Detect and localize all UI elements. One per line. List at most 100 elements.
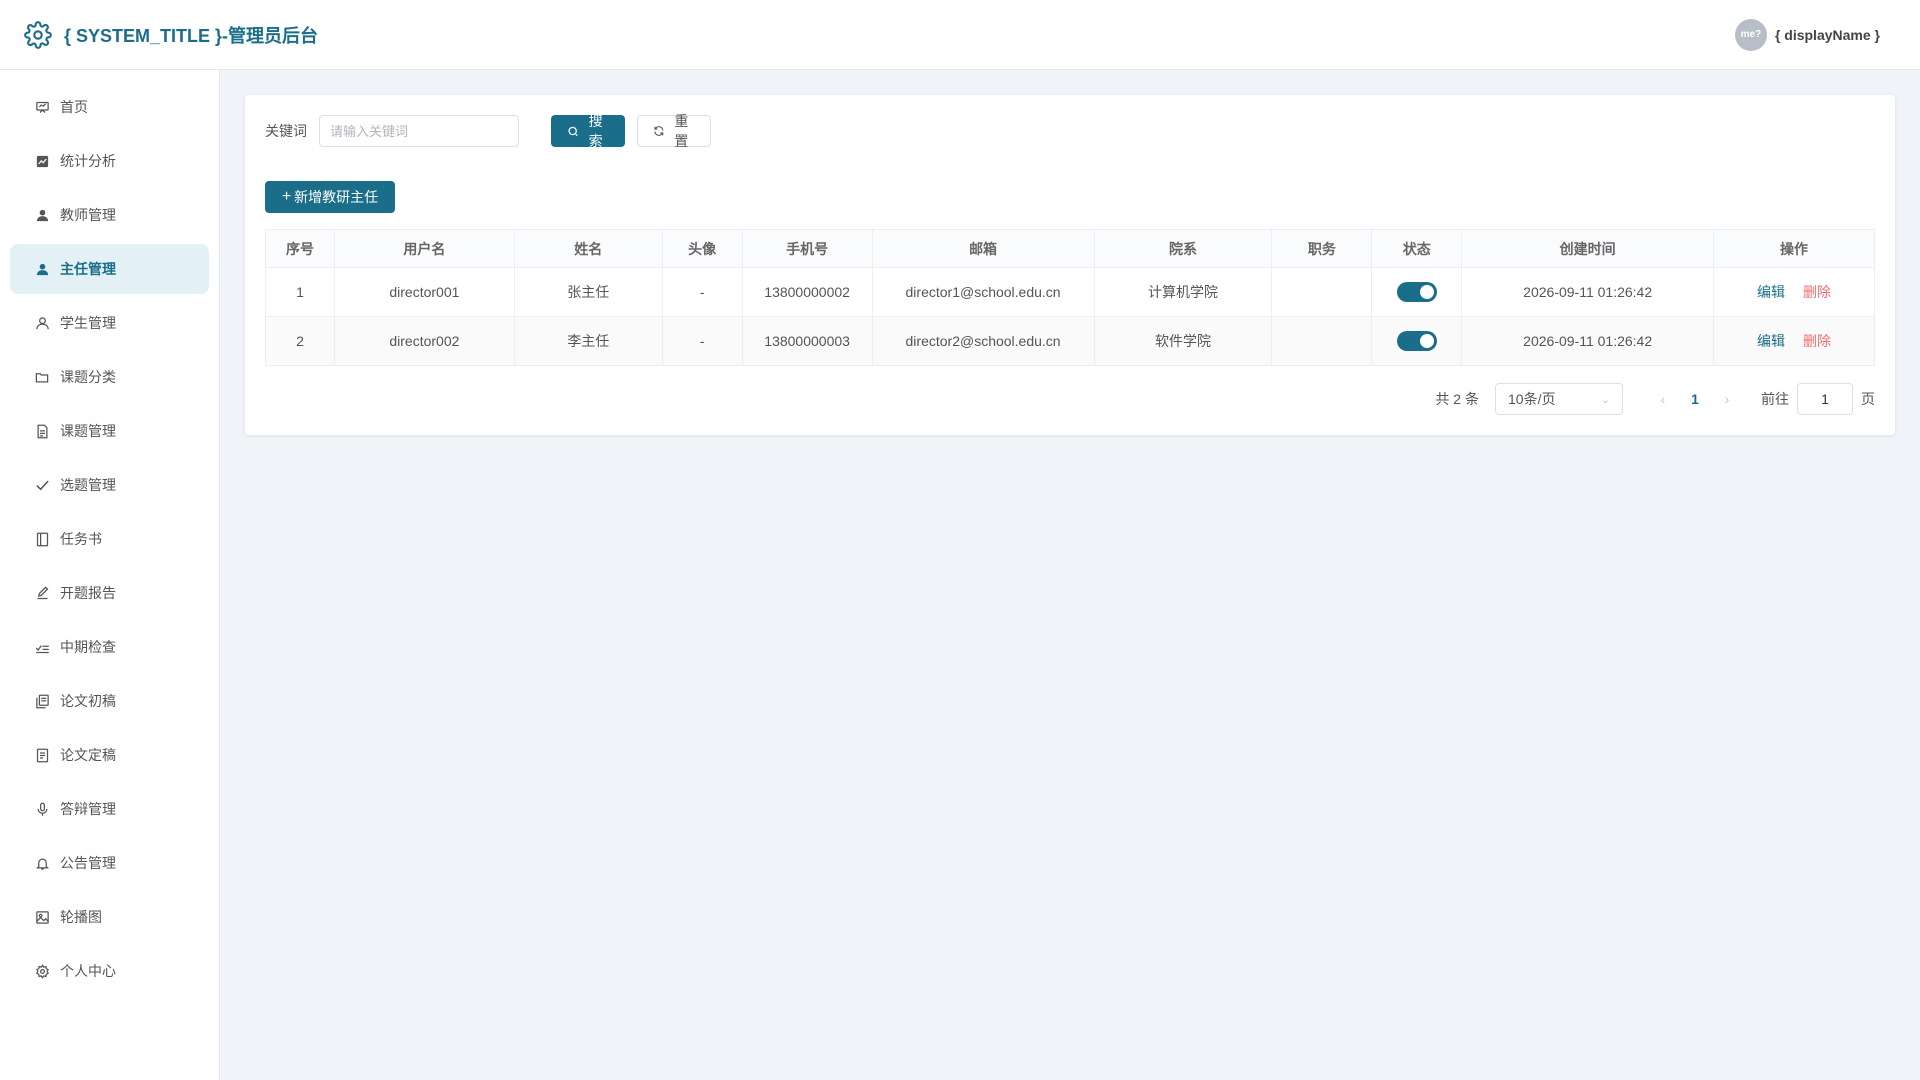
sidebar-item-label: 答辩管理 bbox=[60, 801, 116, 817]
sidebar-item-7[interactable]: 选题管理 bbox=[10, 460, 209, 510]
sidebar-item-13[interactable]: 答辩管理 bbox=[10, 784, 209, 834]
page-size-value: 10条/页 bbox=[1508, 391, 1556, 407]
sidebar-item-15[interactable]: 轮播图 bbox=[10, 892, 209, 942]
sidebar-item-label: 个人中心 bbox=[60, 963, 116, 979]
cell-phone: 13800000002 bbox=[741, 267, 873, 317]
table-row: 2 director002 李主任 -13800000003 director2@sch… bbox=[265, 316, 1875, 366]
reset-button-label: 重置 bbox=[674, 113, 689, 149]
cell-created: 2026-09-11 01:26:42 bbox=[1461, 267, 1715, 317]
microphone-icon bbox=[34, 801, 50, 817]
sidebar-item-1[interactable]: 统计分析 bbox=[10, 136, 209, 186]
reset-button[interactable]: 重置 bbox=[637, 113, 711, 149]
main-card: 关键词 搜索 重置 + 新增教研主任 序号用户名姓名头像手机号邮箱院系职务状态创… bbox=[245, 95, 1895, 435]
user-icon bbox=[34, 207, 50, 223]
delete-link[interactable]: 删除 bbox=[1803, 333, 1831, 349]
table-header-row: 序号 用户名 姓名 头像 手机号 邮箱 院系 职务 状态 创建时间 操作 bbox=[265, 229, 1875, 268]
search-icon bbox=[568, 126, 578, 136]
column-header: 邮箱 bbox=[871, 229, 1095, 268]
add-button-label: 新增教研主任 bbox=[294, 189, 379, 205]
cell-actions: 编辑 删除 bbox=[1713, 267, 1875, 317]
prev-page-icon[interactable]: ‹ bbox=[1647, 391, 1679, 407]
sidebar-item-label: 课题管理 bbox=[60, 423, 116, 439]
status-toggle[interactable] bbox=[1396, 331, 1437, 351]
table-row: 1 director001 张主任 -13800000002 director1@sch… bbox=[265, 267, 1875, 317]
refresh-icon bbox=[654, 126, 664, 136]
sidebar-item-label: 课题分类 bbox=[60, 369, 116, 385]
search-button[interactable]: 搜索 bbox=[551, 113, 625, 149]
column-header: 状态 bbox=[1371, 229, 1463, 268]
sidebar-item-label: 中期检查 bbox=[60, 639, 116, 655]
search-row: 关键词 搜索 重置 bbox=[265, 113, 1875, 149]
sidebar-item-label: 教师管理 bbox=[60, 207, 116, 223]
avatar[interactable]: me? bbox=[1734, 18, 1767, 51]
sidebar-item-9[interactable]: 开题报告 bbox=[10, 568, 209, 618]
user-menu[interactable]: me? { displayName } bbox=[1734, 18, 1880, 51]
column-header: 创建时间 bbox=[1461, 229, 1715, 268]
cell-email: director1@school.edu.cn bbox=[871, 267, 1095, 317]
cell-username: director002 bbox=[333, 316, 515, 366]
sidebar-item-label: 公告管理 bbox=[60, 855, 116, 871]
plus-icon: + bbox=[281, 188, 292, 205]
cell-phone: 13800000003 bbox=[741, 316, 873, 366]
sidebar-item-0[interactable]: 首页 bbox=[10, 82, 209, 132]
cell-position bbox=[1271, 316, 1373, 366]
status-toggle[interactable] bbox=[1396, 282, 1437, 302]
checklist-icon bbox=[34, 639, 50, 655]
copy-document-icon bbox=[34, 693, 50, 709]
column-header: 姓名 bbox=[513, 229, 663, 268]
bell-icon bbox=[34, 855, 50, 871]
keyword-input[interactable] bbox=[319, 115, 519, 147]
tickets-icon bbox=[34, 747, 50, 763]
cell-actions: 编辑 删除 bbox=[1713, 316, 1875, 366]
cell-department: 计算机学院 bbox=[1093, 267, 1273, 317]
user-icon bbox=[34, 261, 50, 277]
column-header: 手机号 bbox=[741, 229, 873, 268]
sidebar-item-2[interactable]: 教师管理 bbox=[10, 190, 209, 240]
delete-link[interactable]: 删除 bbox=[1803, 284, 1831, 300]
keyword-label: 关键词 bbox=[265, 123, 307, 139]
goto-page-input[interactable] bbox=[1797, 383, 1853, 415]
setting-icon bbox=[34, 963, 50, 979]
sidebar-item-5[interactable]: 课题分类 bbox=[10, 352, 209, 402]
cell-status bbox=[1371, 267, 1463, 317]
edit-pen-icon bbox=[34, 585, 50, 601]
top-header: { SYSTEM_TITLE }-管理员后台 me? { displayName… bbox=[0, 0, 1920, 70]
sidebar: 首页 统计分析教师管理主任管理学生管理课题分类课题管理选题管理 任务书 开题报告中期检… bbox=[0, 70, 220, 1080]
cell-created: 2026-09-11 01:26:42 bbox=[1461, 316, 1715, 366]
edit-link[interactable]: 编辑 bbox=[1757, 333, 1785, 349]
cell-username: director001 bbox=[333, 267, 515, 317]
cell-status bbox=[1371, 316, 1463, 366]
folder-icon bbox=[34, 369, 50, 385]
sidebar-item-label: 主任管理 bbox=[60, 261, 116, 277]
sidebar-item-14[interactable]: 公告管理 bbox=[10, 838, 209, 888]
cell-position bbox=[1271, 267, 1373, 317]
brand: { SYSTEM_TITLE }-管理员后台 bbox=[24, 20, 318, 49]
sidebar-item-12[interactable]: 论文定稿 bbox=[10, 730, 209, 780]
display-name[interactable]: { displayName } bbox=[1775, 27, 1880, 43]
edit-link[interactable]: 编辑 bbox=[1757, 284, 1785, 300]
sidebar-item-11[interactable]: 论文初稿 bbox=[10, 676, 209, 726]
sidebar-item-10[interactable]: 中期检查 bbox=[10, 622, 209, 672]
sidebar-item-16[interactable]: 个人中心 bbox=[10, 946, 209, 996]
page-size-select[interactable]: 10条/页 ⌄ bbox=[1495, 383, 1623, 415]
sidebar-item-6[interactable]: 课题管理 bbox=[10, 406, 209, 456]
column-header: 院系 bbox=[1093, 229, 1273, 268]
sidebar-item-4[interactable]: 学生管理 bbox=[10, 298, 209, 348]
user-outline-icon bbox=[34, 315, 50, 331]
page-number[interactable]: 1 bbox=[1679, 391, 1711, 407]
sidebar-item-3[interactable]: 主任管理 bbox=[10, 244, 209, 294]
column-header: 用户名 bbox=[333, 229, 515, 268]
chart-icon bbox=[34, 153, 50, 169]
add-director-button[interactable]: + 新增教研主任 bbox=[265, 181, 395, 213]
cell-name: 张主任 bbox=[513, 267, 663, 317]
next-page-icon[interactable]: › bbox=[1711, 391, 1743, 407]
column-header: 操作 bbox=[1713, 229, 1875, 268]
cell-index: 2 bbox=[265, 316, 335, 366]
cell-avatar: - bbox=[661, 267, 743, 317]
check-icon bbox=[34, 477, 50, 493]
director-table: 序号 用户名 姓名 头像 手机号 邮箱 院系 职务 状态 创建时间 操作 1 director001 张… bbox=[265, 229, 1875, 366]
dashboard-icon bbox=[34, 99, 50, 115]
pagination-total: 共 2 条 bbox=[1435, 391, 1479, 407]
sidebar-item-label: 论文定稿 bbox=[60, 747, 116, 763]
sidebar-item-8[interactable]: 任务书 bbox=[10, 514, 209, 564]
